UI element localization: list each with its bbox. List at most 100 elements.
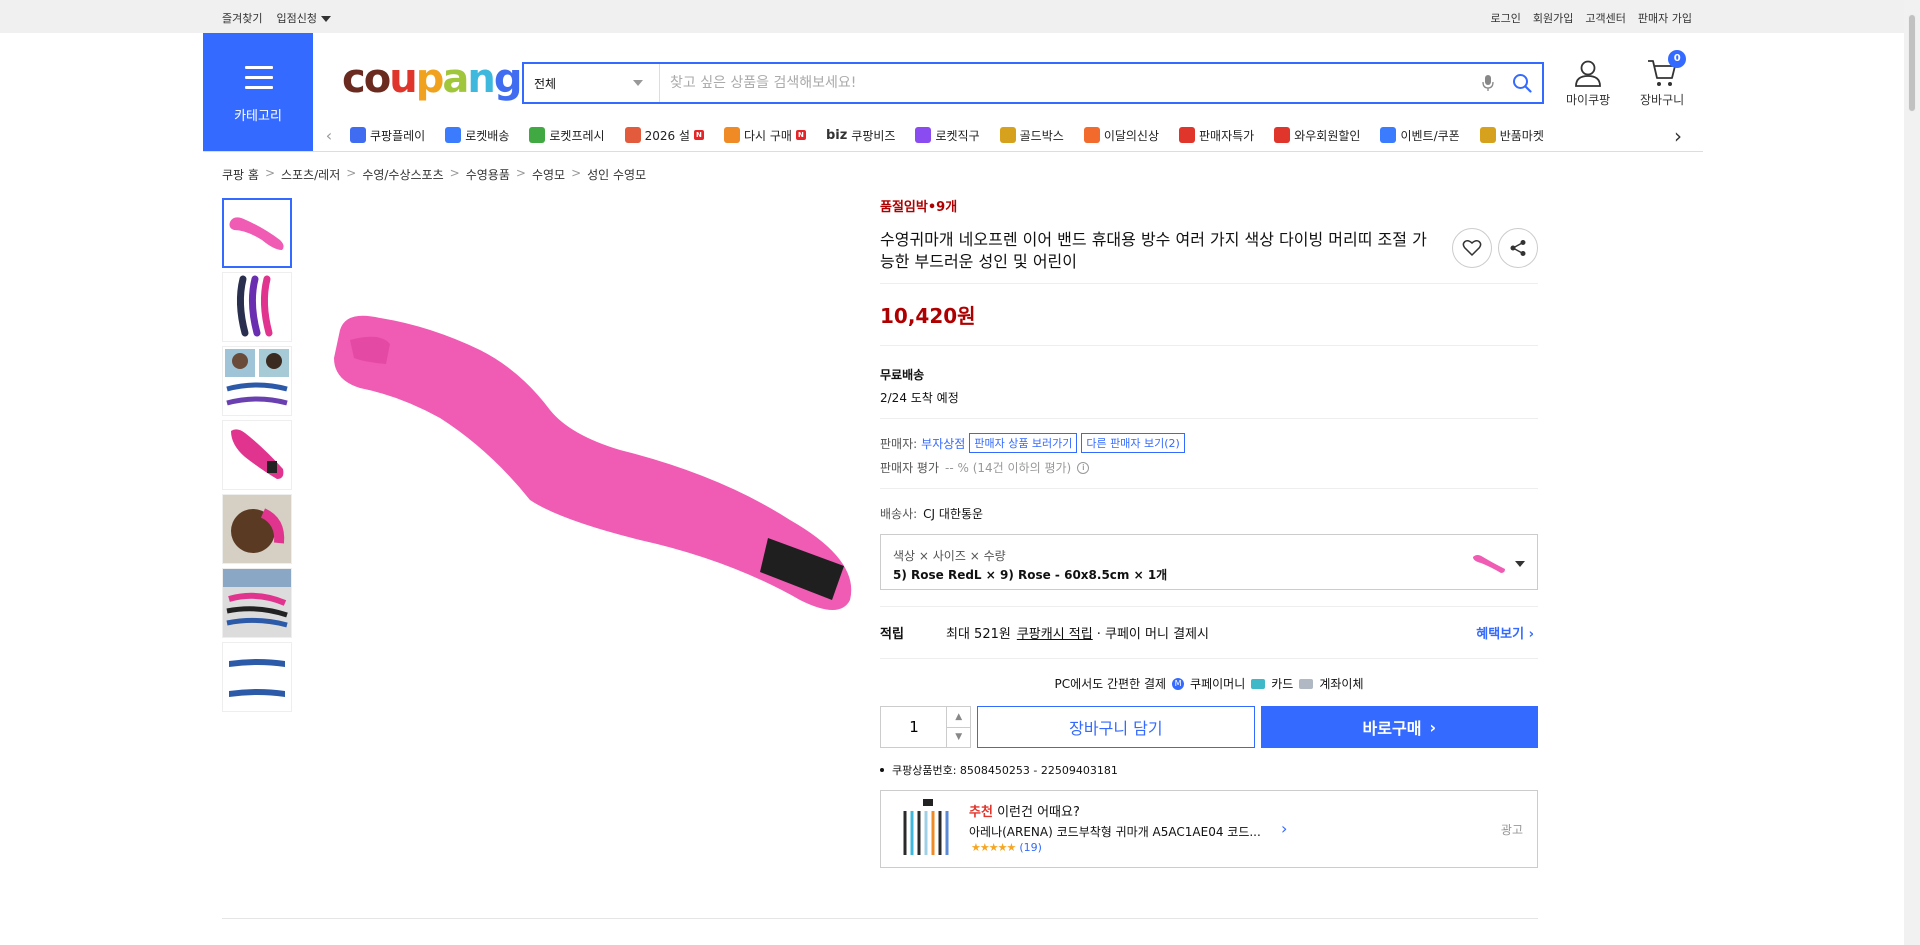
- chevron-left-icon[interactable]: ‹: [318, 126, 340, 145]
- nav-item[interactable]: 다시 구매 N: [714, 127, 816, 144]
- divider: [880, 488, 1538, 489]
- nav-item-icon: [723, 127, 740, 143]
- new-badge: N: [693, 130, 704, 140]
- breadcrumb-item[interactable]: 수영용품: [466, 166, 510, 183]
- nav-item-icon: [1083, 127, 1100, 143]
- nav-item[interactable]: 로켓프레시: [519, 127, 614, 144]
- seller-name-link[interactable]: 부자상점: [921, 435, 965, 452]
- recommended-item-title: 아레나(ARENA) 코드부착형 귀마개 A5AC1AE04 코드...: [969, 825, 1261, 839]
- nav-item-label: 와우회원할인: [1294, 128, 1361, 143]
- nav-item-label: 로켓프레시: [549, 128, 605, 143]
- share-button[interactable]: [1498, 228, 1538, 268]
- benefits-link[interactable]: 혜택보기 ›: [1476, 623, 1534, 642]
- nav-item[interactable]: 판매자특가: [1169, 127, 1264, 144]
- login-link[interactable]: 로그인: [1491, 10, 1521, 26]
- seller-rating-label: 판매자 평가: [880, 461, 940, 475]
- cart-button[interactable]: 장바구니 0: [1640, 50, 1687, 108]
- chevron-down-icon: [1515, 561, 1525, 567]
- thumbnail-list: [222, 198, 294, 716]
- main-product-image[interactable]: [320, 300, 860, 630]
- nav-item-icon: [1274, 127, 1291, 143]
- thumbnail-5[interactable]: [222, 494, 292, 564]
- favorites-link[interactable]: 즐겨찾기: [222, 10, 262, 26]
- nav-item[interactable]: biz 쿠팡비즈: [816, 127, 906, 144]
- quantity-input[interactable]: [881, 707, 947, 747]
- coupang-cash-link[interactable]: 쿠팡캐시 적립: [1017, 623, 1093, 642]
- shipping-title: 무료배송: [880, 368, 925, 382]
- bank-icon: [1299, 678, 1314, 689]
- nav-item[interactable]: 로켓직구: [905, 127, 989, 144]
- thumbnail-2[interactable]: [222, 272, 292, 342]
- points-max: 최대 521원: [946, 627, 1011, 642]
- nav-item-label: 쿠팡플레이: [370, 128, 426, 143]
- nav-item[interactable]: 반품마켓: [1470, 127, 1554, 144]
- chevron-right-icon[interactable]: ›: [1674, 124, 1682, 148]
- wishlist-button[interactable]: [1452, 228, 1492, 268]
- scrollbar-thumb[interactable]: [1908, 14, 1916, 112]
- nav-item[interactable]: 골드박스: [990, 127, 1074, 144]
- nav-item-icon: [624, 127, 641, 143]
- page-scrollbar[interactable]: [1904, 0, 1920, 945]
- chevron-down-icon: [633, 80, 643, 86]
- option-selector[interactable]: 색상 × 사이즈 × 수량 5) Rose RedL × 9) Rose - 6…: [880, 534, 1538, 590]
- seller-rating-value: -- % (14건 이하의 평가): [945, 461, 1072, 475]
- points-condition: · 쿠페이 머니 결제시: [1096, 627, 1209, 642]
- breadcrumb-item[interactable]: 수영모: [532, 166, 565, 183]
- category-button[interactable]: 카테고리: [203, 33, 313, 151]
- thumbnail-3[interactable]: [222, 346, 292, 416]
- bullet: [880, 768, 884, 772]
- info-icon[interactable]: i: [1077, 461, 1090, 474]
- user-icon: [1575, 60, 1601, 87]
- chevron-down-icon: [320, 16, 331, 22]
- thumbnail-1[interactable]: [222, 198, 292, 268]
- cart-label: 장바구니: [1640, 93, 1685, 107]
- search-category-select[interactable]: 전체: [524, 64, 660, 102]
- nav-item[interactable]: 이벤트/쿠폰: [1370, 127, 1469, 144]
- product-title: 수영귀마개 네오프렌 이어 밴드 휴대용 방수 여러 가지 색상 다이빙 머리띠…: [880, 230, 1427, 271]
- star-rating: ★★★★★: [971, 841, 1016, 854]
- chevron-right-icon: >: [571, 166, 582, 180]
- chevron-down-icon[interactable]: ▼: [946, 726, 970, 747]
- coupang-logo[interactable]: coupang: [342, 56, 522, 102]
- search-input[interactable]: [660, 64, 1474, 102]
- divider: [880, 418, 1538, 419]
- nav-item[interactable]: 이달의신상: [1074, 127, 1169, 144]
- customer-center-link[interactable]: 고객센터: [1585, 10, 1625, 26]
- nav-item-label: 이달의신상: [1103, 128, 1160, 143]
- nav-item[interactable]: 로켓배송: [435, 127, 519, 144]
- microphone-icon[interactable]: [1474, 74, 1502, 92]
- seller-label: 판매자:: [880, 436, 918, 451]
- breadcrumb-item[interactable]: 수영/수상스포츠: [362, 166, 443, 183]
- nav-item-label: 판매자특가: [1199, 128, 1255, 143]
- chevron-right-icon: ›: [1281, 819, 1288, 838]
- seller-signup-link[interactable]: 판매자 가입: [1638, 10, 1692, 26]
- thumbnail-6[interactable]: [222, 568, 292, 638]
- add-to-cart-button[interactable]: 장바구니 담기: [977, 706, 1255, 748]
- signup-link[interactable]: 회원가입: [1533, 10, 1573, 26]
- cart-count-badge: 0: [1668, 50, 1687, 68]
- breadcrumb: 쿠팡 홈 > 스포츠/레저 > 수영/수상스포츠 > 수영용품 > 수영모 > 성인 수영모: [222, 166, 646, 183]
- nav-item[interactable]: 2026 설N: [615, 127, 714, 144]
- chevron-right-icon: >: [515, 166, 526, 180]
- breadcrumb-item[interactable]: 쿠팡 홈: [222, 166, 259, 183]
- thumbnail-7[interactable]: [222, 642, 292, 712]
- seller-products-button[interactable]: 판매자 상품 보러가기: [969, 433, 1078, 453]
- nav-item-label: 로켓배송: [465, 128, 510, 143]
- recommendation-card[interactable]: 추천 이런건 어때요? 아레나(ARENA) 코드부착형 귀마개 A5AC1AE…: [880, 790, 1538, 868]
- nav-item-icon: [915, 127, 932, 143]
- price: 10,420원: [880, 304, 976, 328]
- chevron-up-icon[interactable]: ▲: [946, 707, 971, 728]
- my-coupang-button[interactable]: 마이쿠팡: [1566, 58, 1610, 108]
- partner-signup-link[interactable]: 입점신청: [276, 10, 331, 26]
- other-sellers-button[interactable]: 다른 판매자 보기(2): [1081, 433, 1185, 453]
- nav-item[interactable]: 쿠팡플레이: [340, 127, 435, 144]
- nav-item-icon: [1179, 127, 1196, 143]
- chevron-right-icon: >: [346, 166, 357, 180]
- search-icon[interactable]: [1502, 73, 1542, 93]
- breadcrumb-item[interactable]: 스포츠/레저: [281, 166, 340, 183]
- buy-now-button[interactable]: 바로구매 ›: [1260, 706, 1538, 748]
- breadcrumb-item[interactable]: 성인 수영모: [587, 166, 646, 183]
- thumbnail-4[interactable]: [222, 420, 292, 490]
- nav-item-label: 쿠팡비즈: [851, 128, 896, 143]
- nav-item[interactable]: 와우회원할인: [1264, 127, 1370, 144]
